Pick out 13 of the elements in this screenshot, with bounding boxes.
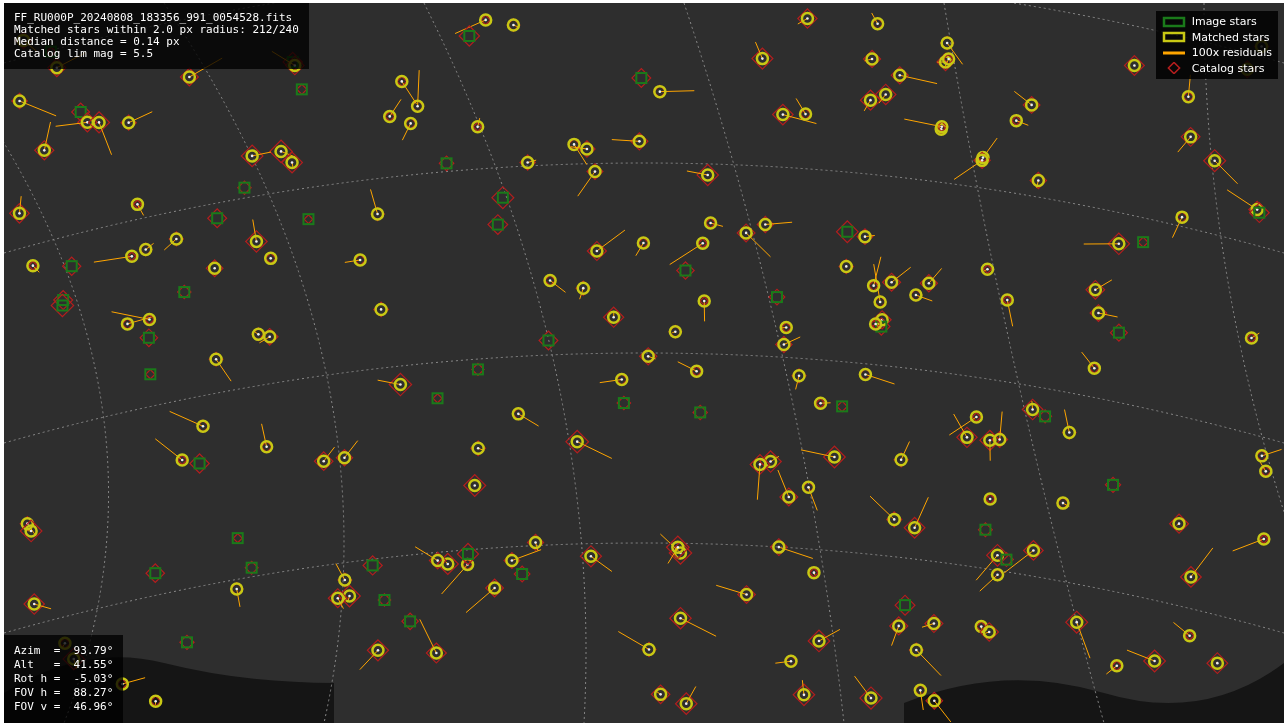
info-line: Matched stars within 2.0 px radius: 212/240 — [14, 24, 299, 36]
legend-label: Matched stars — [1191, 29, 1270, 45]
info-line: FOV h = 88.27° — [14, 686, 114, 700]
info-line: Catalog lim mag = 5.5 — [14, 48, 155, 60]
info-line: FOV v = 46.96° — [14, 700, 114, 714]
info-line: Azim = 93.79° — [14, 644, 114, 658]
legend-label: Image stars — [1191, 14, 1257, 30]
info-line: Rot h = -5.03° — [14, 672, 114, 686]
legend-label: Catalog stars — [1191, 60, 1265, 76]
legend-label: 100x residuals — [1191, 45, 1272, 61]
info-line: Median distance = 0.14 px — [14, 36, 181, 48]
info-line: FF_RU000P_20240808_183356_991_0054528.fits — [14, 12, 294, 24]
info-line: Alt = 41.55° — [14, 658, 114, 672]
